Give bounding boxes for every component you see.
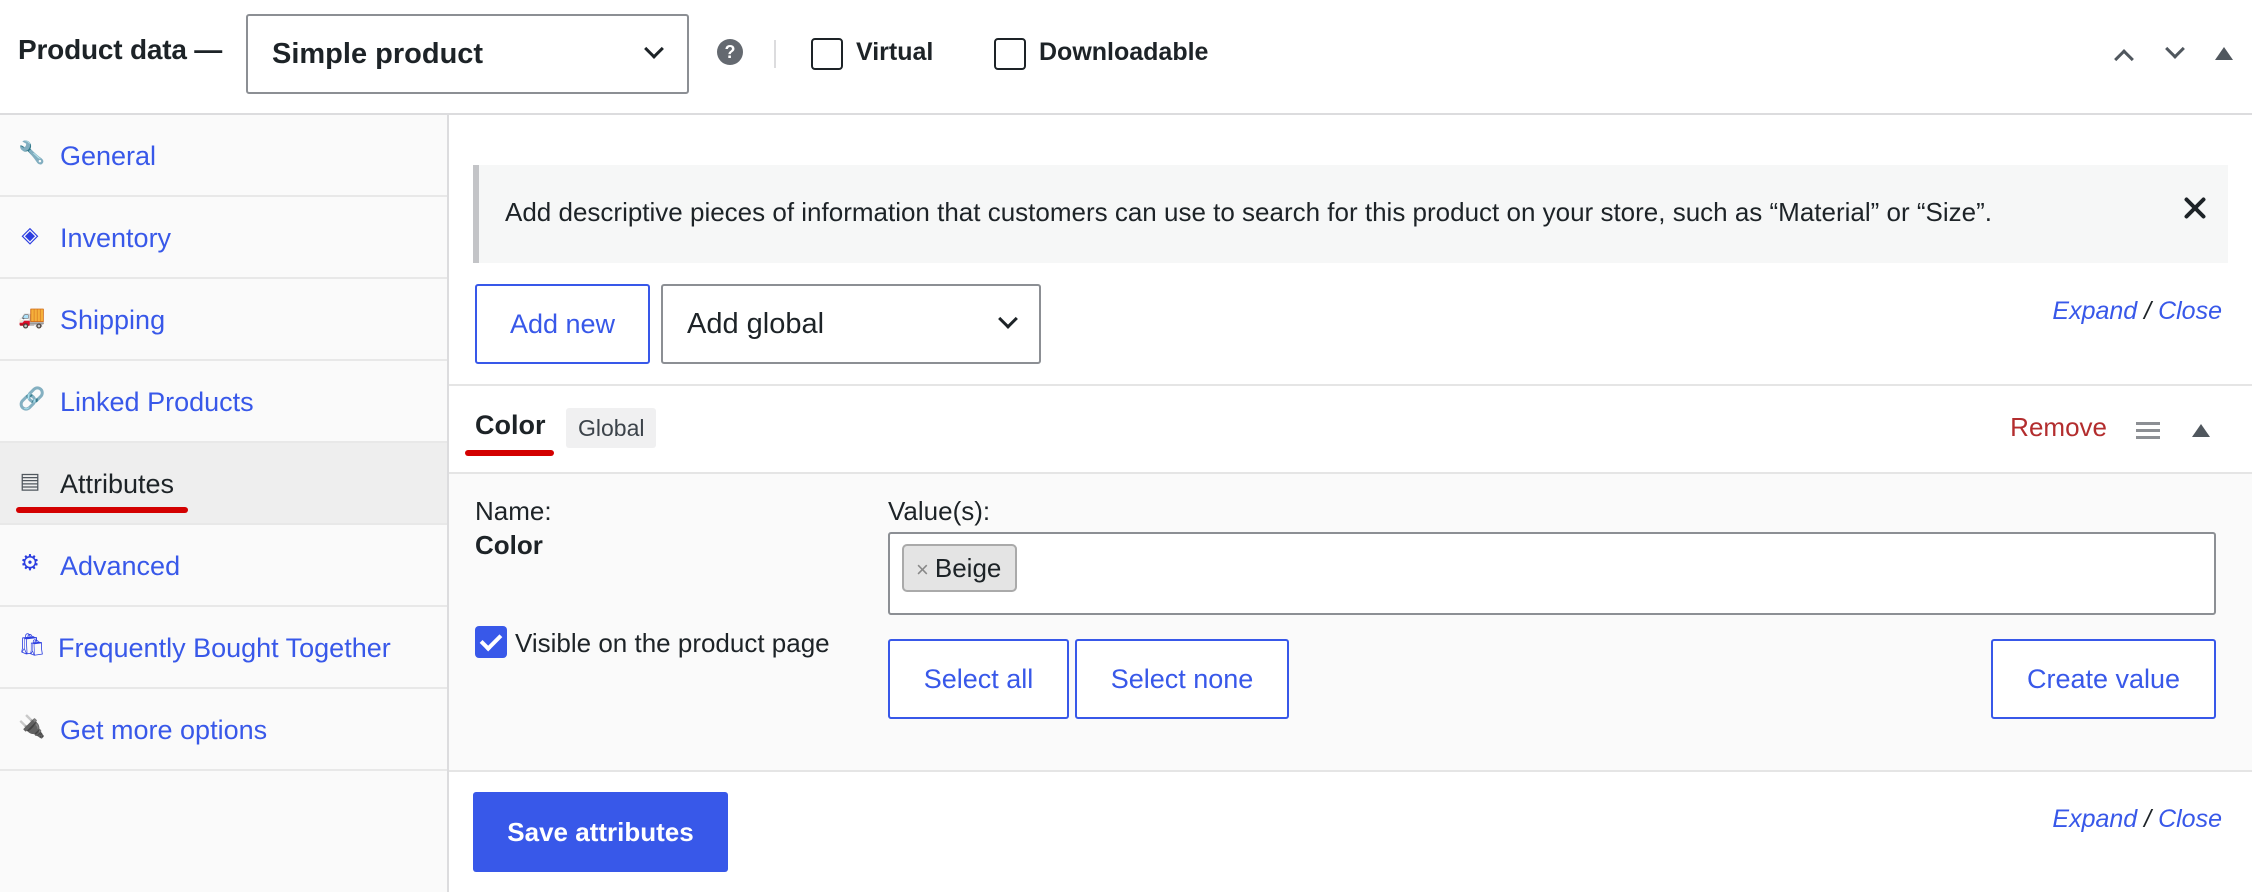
sidebar-item-linked-products[interactable]: 🔗 Linked Products bbox=[0, 361, 447, 443]
select-all-button[interactable]: Select all bbox=[888, 639, 1069, 719]
separator: / bbox=[2144, 297, 2152, 325]
attributes-panel: Add descriptive pieces of information th… bbox=[449, 115, 2252, 892]
add-new-button[interactable]: Add new bbox=[475, 284, 650, 364]
attribute-body: Name: Color Visible on the product page … bbox=[449, 474, 2252, 772]
product-type-select[interactable]: Simple product bbox=[246, 14, 689, 94]
collapse-toggle-icon[interactable] bbox=[2192, 424, 2210, 437]
help-icon[interactable]: ? bbox=[717, 39, 743, 65]
global-badge: Global bbox=[566, 408, 657, 448]
expand-link[interactable]: Expand bbox=[2052, 297, 2137, 325]
downloadable-label[interactable]: Downloadable bbox=[1039, 38, 1208, 67]
attribute-title: Color bbox=[475, 410, 546, 440]
name-value: Color bbox=[475, 530, 543, 560]
value-token: × Beige bbox=[902, 544, 1018, 592]
product-data-title: Product data — bbox=[18, 34, 223, 65]
visible-checkbox[interactable] bbox=[475, 626, 507, 658]
value-token-label: Beige bbox=[934, 553, 1002, 583]
add-global-value: Add global bbox=[687, 308, 825, 340]
sidebar-item-advanced[interactable]: ⚙ Advanced bbox=[0, 525, 447, 607]
gear-icon: ⚙ bbox=[20, 550, 40, 575]
sidebar-item-inventory[interactable]: ◈ Inventory bbox=[0, 197, 447, 279]
chevron-down-icon bbox=[644, 39, 664, 59]
list-icon: ▤ bbox=[19, 468, 41, 493]
downloadable-checkbox[interactable] bbox=[994, 38, 1026, 70]
sidebar-item-label: Get more options bbox=[60, 715, 268, 745]
separator: / bbox=[2144, 805, 2152, 833]
sidebar-item-get-more-options[interactable]: 🔌 Get more options bbox=[0, 689, 447, 771]
create-value-button[interactable]: Create value bbox=[1991, 639, 2216, 719]
drag-handle-icon[interactable] bbox=[2136, 422, 2160, 440]
info-notice: Add descriptive pieces of information th… bbox=[473, 165, 2228, 263]
sidebar-item-frequently-bought-together[interactable]: 🛍 Frequently Bought Together bbox=[0, 607, 447, 689]
close-icon[interactable] bbox=[2180, 193, 2210, 223]
add-global-select[interactable]: Add global bbox=[661, 284, 1041, 364]
wrench-icon: 🔧 bbox=[18, 140, 46, 165]
select-none-button[interactable]: Select none bbox=[1075, 639, 1289, 719]
visible-label[interactable]: Visible on the product page bbox=[515, 628, 830, 659]
save-attributes-button[interactable]: Save attributes bbox=[473, 792, 728, 872]
values-input[interactable]: × Beige bbox=[888, 532, 2216, 615]
move-up-button[interactable] bbox=[2106, 40, 2142, 70]
remove-link[interactable]: Remove bbox=[2010, 412, 2107, 443]
chevron-down-icon bbox=[998, 309, 1018, 329]
link-icon: 🔗 bbox=[18, 386, 46, 411]
close-link[interactable]: Close bbox=[2158, 805, 2222, 833]
attribute-header[interactable]: Color Global Remove bbox=[449, 384, 2252, 474]
product-data-tabs: 🔧 General ◈ Inventory 🚚 Shipping 🔗 Linke… bbox=[0, 115, 449, 892]
chevron-up-icon bbox=[2114, 49, 2134, 69]
sidebar-item-label: Attributes bbox=[60, 469, 175, 499]
sidebar-item-label: Inventory bbox=[60, 223, 172, 253]
sidebar-item-label: Advanced bbox=[60, 551, 181, 581]
product-data-header: Product data — Simple product ? Virtual … bbox=[0, 0, 2252, 115]
collapse-panel-toggle[interactable] bbox=[2215, 47, 2233, 60]
move-down-button[interactable] bbox=[2157, 39, 2193, 70]
sidebar-item-shipping[interactable]: 🚚 Shipping bbox=[0, 279, 447, 361]
sidebar-item-label: Shipping bbox=[60, 305, 166, 335]
highlight-underline bbox=[16, 507, 188, 513]
sidebar-item-label: General bbox=[60, 141, 157, 171]
virtual-label[interactable]: Virtual bbox=[856, 38, 933, 67]
highlight-underline bbox=[465, 450, 554, 456]
plug-icon: 🔌 bbox=[18, 714, 46, 739]
expand-close-links: Expand / Close bbox=[2052, 297, 2222, 326]
close-link[interactable]: Close bbox=[2158, 297, 2222, 325]
sidebar-item-label: Frequently Bought Together bbox=[58, 633, 391, 663]
chevron-down-icon bbox=[2165, 39, 2185, 59]
expand-close-links: Expand / Close bbox=[2052, 805, 2222, 834]
virtual-checkbox[interactable] bbox=[811, 38, 843, 70]
truck-icon: 🚚 bbox=[18, 304, 46, 329]
name-label: Name: bbox=[475, 496, 552, 526]
notice-text: Add descriptive pieces of information th… bbox=[505, 197, 1992, 227]
tag-icon: ◈ bbox=[21, 222, 39, 247]
sidebar-item-general[interactable]: 🔧 General bbox=[0, 115, 447, 197]
product-type-value: Simple product bbox=[272, 38, 484, 70]
sidebar-item-attributes[interactable]: ▤ Attributes bbox=[0, 443, 447, 525]
divider bbox=[774, 40, 776, 68]
values-label: Value(s): bbox=[888, 496, 991, 526]
expand-link[interactable]: Expand bbox=[2052, 805, 2137, 833]
sidebar-item-label: Linked Products bbox=[60, 387, 254, 417]
remove-token-icon[interactable]: × bbox=[916, 557, 929, 582]
bag-icon: 🛍 bbox=[18, 632, 46, 657]
